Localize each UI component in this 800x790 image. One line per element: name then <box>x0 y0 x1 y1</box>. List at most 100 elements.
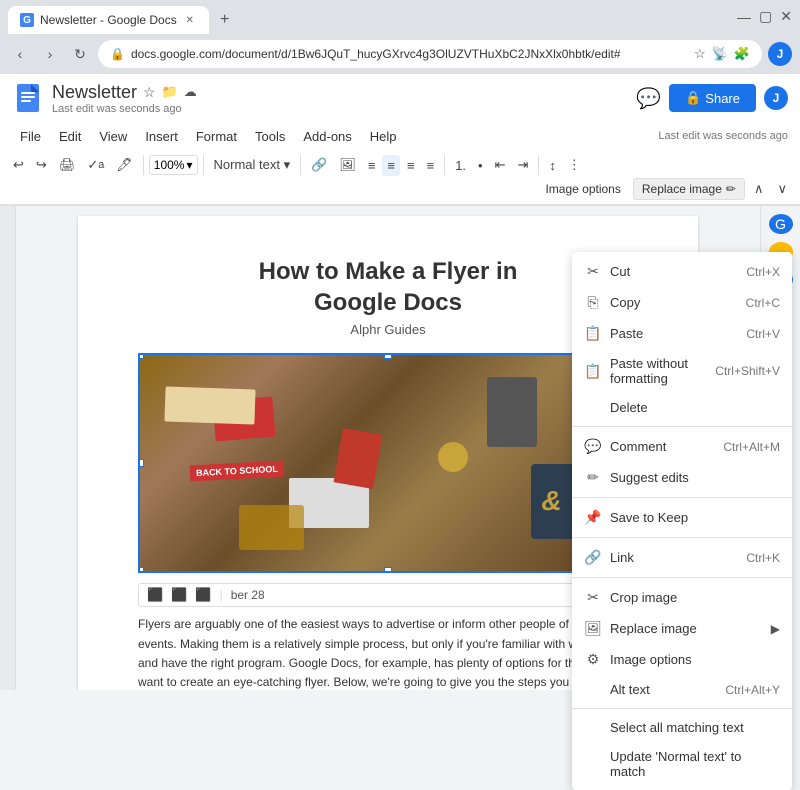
align-right-button[interactable]: ≡ <box>402 155 420 176</box>
last-edit-toolbar: Last edit was seconds ago <box>658 130 788 142</box>
image-options-button[interactable]: Image options <box>537 179 628 199</box>
replace-image-label: Replace image <box>642 182 722 196</box>
tab-title: Newsletter - Google Docs <box>40 13 177 27</box>
menu-view[interactable]: View <box>91 126 135 147</box>
paste-unformatted-icon: 📋 <box>584 363 602 380</box>
document-image[interactable]: BACK TO SCHOOL & <box>138 353 638 573</box>
line-spacing-button[interactable]: ↕ <box>544 155 561 176</box>
reload-button[interactable]: ↻ <box>68 42 92 66</box>
paste-icon: 📋 <box>584 325 602 342</box>
tab-close-button[interactable]: ✕ <box>183 13 197 27</box>
star-icon[interactable]: ☆ <box>694 46 706 62</box>
context-menu-paste-unformatted[interactable]: 📋 Paste without formatting Ctrl+Shift+V <box>572 349 792 393</box>
context-menu-crop[interactable]: ✂ Crop image <box>572 582 792 613</box>
chevron-up-icon[interactable]: ∧ <box>749 178 769 200</box>
toolbar-separator-4 <box>444 155 445 175</box>
menu-edit[interactable]: Edit <box>51 126 89 147</box>
tab-bar: G Newsletter - Google Docs ✕ + — ▢ ✕ <box>0 0 800 34</box>
close-window-icon[interactable]: ✕ <box>780 8 792 25</box>
document-title[interactable]: Newsletter <box>52 82 137 103</box>
indent-left-button[interactable]: ⇤ <box>490 154 511 176</box>
profile-avatar[interactable]: J <box>768 42 792 66</box>
last-edit-label: Last edit was seconds ago <box>52 103 628 115</box>
resize-handle-bl[interactable] <box>138 567 144 573</box>
image-tb-size: ber 28 <box>231 588 265 602</box>
share-label: Share <box>705 91 740 106</box>
image-button[interactable]: 🖼 <box>334 154 361 176</box>
context-menu-image-options[interactable]: ⚙ Image options <box>572 644 792 675</box>
star-bookmark-icon[interactable]: ☆ <box>143 84 156 101</box>
select-matching-label: Select all matching text <box>610 720 772 735</box>
print-button[interactable]: 🖨 <box>54 154 81 176</box>
menu-file[interactable]: File <box>12 126 49 147</box>
maximize-icon[interactable]: ▢ <box>759 8 772 25</box>
menu-tools[interactable]: Tools <box>247 126 293 147</box>
comment-icon[interactable]: 💬 <box>636 86 661 111</box>
menu-addons[interactable]: Add-ons <box>295 126 359 147</box>
doc-title-line1: How to Make a Flyer in <box>138 256 638 287</box>
share-button[interactable]: 🔒 Share <box>669 84 756 112</box>
more-options-button[interactable]: ⋮ <box>563 154 586 176</box>
chevron-down-toolbar-icon[interactable]: ∨ <box>772 178 792 200</box>
new-tab-button[interactable]: + <box>213 8 237 32</box>
align-center-button[interactable]: ≡ <box>382 155 400 176</box>
docs-menu-bar: File Edit View Insert Format Tools Add-o… <box>0 122 800 150</box>
back-button[interactable]: ‹ <box>8 42 32 66</box>
context-menu-cut[interactable]: ✂ Cut Ctrl+X <box>572 256 792 287</box>
context-menu-link[interactable]: 🔗 Link Ctrl+K <box>572 542 792 573</box>
cloud-save-icon[interactable]: ☁ <box>184 84 197 100</box>
spellcheck-button[interactable]: ✓a <box>82 154 109 176</box>
image-tb-sep: | <box>220 588 223 602</box>
styles-button[interactable]: Normal text ▾ <box>209 154 296 176</box>
menu-help[interactable]: Help <box>362 126 405 147</box>
context-menu-delete[interactable]: Delete <box>572 393 792 422</box>
image-tb-icon3[interactable]: ⬛ <box>195 587 211 603</box>
resize-handle-tc[interactable] <box>384 353 392 359</box>
menu-format[interactable]: Format <box>188 126 245 147</box>
comment-label: Comment <box>610 439 715 454</box>
context-menu-replace-image[interactable]: 🖼 Replace image ▶ <box>572 613 792 644</box>
move-to-folder-icon[interactable]: 📁 <box>162 84 178 100</box>
image-tb-icon1[interactable]: ⬛ <box>147 587 163 603</box>
resize-handle-tl[interactable] <box>138 353 144 359</box>
align-justify-button[interactable]: ≡ <box>422 155 440 176</box>
minimize-icon[interactable]: — <box>737 9 751 25</box>
ol-button[interactable]: 1. <box>450 155 471 176</box>
paste-unformatted-label: Paste without formatting <box>610 356 707 386</box>
context-menu-separator-5 <box>572 708 792 709</box>
context-menu-update-style[interactable]: Update 'Normal text' to match <box>572 742 792 786</box>
context-menu-save-keep[interactable]: 📌 Save to Keep <box>572 502 792 533</box>
context-menu-select-matching[interactable]: Select all matching text <box>572 713 792 742</box>
context-menu-separator-2 <box>572 497 792 498</box>
copy-label: Copy <box>610 295 738 310</box>
resize-handle-ml[interactable] <box>138 459 144 467</box>
user-avatar[interactable]: J <box>764 86 788 110</box>
selected-image-container[interactable]: BACK TO SCHOOL & <box>138 353 638 573</box>
undo-button[interactable]: ↩ <box>8 154 29 176</box>
active-tab[interactable]: G Newsletter - Google Docs ✕ <box>8 6 209 34</box>
share-lock-icon: 🔒 <box>685 90 701 106</box>
align-left-button[interactable]: ≡ <box>363 155 381 176</box>
extensions-icon[interactable]: 🧩 <box>734 46 750 62</box>
paint-format-button[interactable]: 🖊 <box>111 154 138 176</box>
context-menu-paste[interactable]: 📋 Paste Ctrl+V <box>572 318 792 349</box>
cast-icon[interactable]: 📡 <box>712 46 728 62</box>
image-tb-icon2[interactable]: ⬛ <box>171 587 187 603</box>
context-menu-copy[interactable]: ⎘ Copy Ctrl+C <box>572 287 792 318</box>
address-bar[interactable]: 🔒 docs.google.com/document/d/1Bw6JQuT_hu… <box>98 40 762 68</box>
link-button[interactable]: 🔗 <box>306 154 332 176</box>
comment-shortcut: Ctrl+Alt+M <box>723 440 780 454</box>
replace-image-button[interactable]: Replace image ✏ <box>633 178 745 200</box>
indent-right-button[interactable]: ⇥ <box>513 154 534 176</box>
redo-button[interactable]: ↪ <box>31 154 52 176</box>
context-menu-suggest[interactable]: ✏ Suggest edits <box>572 462 792 493</box>
right-panel-icon-1[interactable]: G <box>769 214 793 234</box>
menu-insert[interactable]: Insert <box>137 126 186 147</box>
link-shortcut: Ctrl+K <box>746 551 780 565</box>
forward-button[interactable]: › <box>38 42 62 66</box>
zoom-selector[interactable]: 100% ▾ <box>149 155 198 175</box>
context-menu-comment[interactable]: 💬 Comment Ctrl+Alt+M <box>572 431 792 462</box>
context-menu-alt-text[interactable]: Alt text Ctrl+Alt+Y <box>572 675 792 704</box>
resize-handle-bc[interactable] <box>384 567 392 573</box>
ul-button[interactable]: • <box>473 155 488 176</box>
